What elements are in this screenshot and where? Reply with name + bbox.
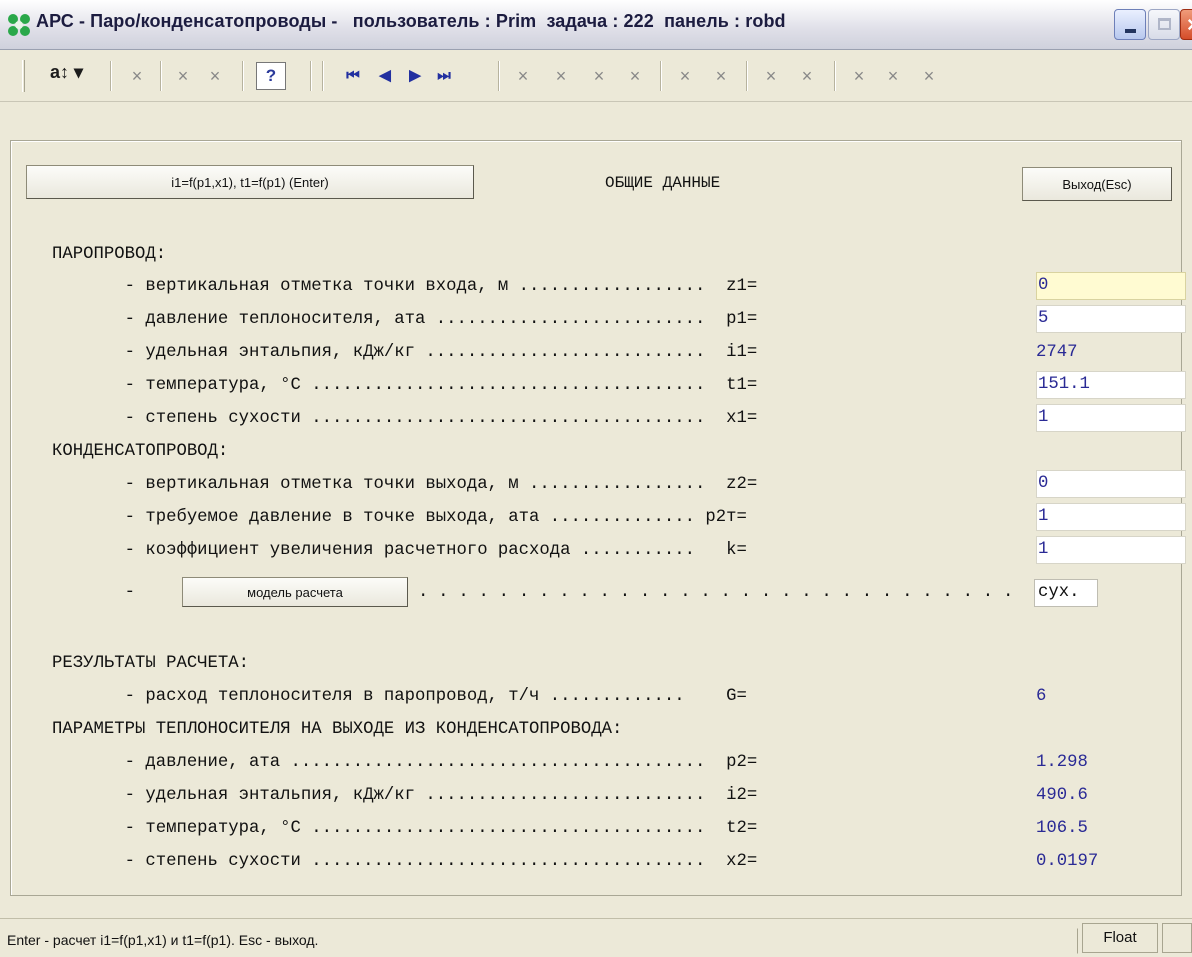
model-dots: ..............................	[418, 583, 1024, 602]
toolbar-separator	[310, 61, 312, 91]
minimize-button[interactable]	[1114, 9, 1146, 40]
disabled-button-8[interactable]: ×	[674, 63, 696, 89]
disabled-button-5[interactable]: ×	[550, 63, 572, 89]
disabled-button-7[interactable]: ×	[624, 63, 646, 89]
model-dash: -	[52, 583, 135, 602]
section-outlet-params: ПАРАМЕТРЫ ТЕПЛОНОСИТЕЛЯ НА ВЫХОДЕ ИЗ КОН…	[52, 720, 623, 739]
disabled-button-3[interactable]: ×	[204, 63, 226, 89]
minimize-icon	[1125, 29, 1136, 33]
label-t2: - температура, °С ......................…	[52, 819, 758, 838]
z1-input[interactable]: 0	[1036, 272, 1186, 300]
title-bar[interactable]: АРС - Паро/конденсатопроводы - пользоват…	[0, 0, 1192, 50]
disabled-button-12[interactable]: ×	[848, 63, 870, 89]
disabled-button-14[interactable]: ×	[918, 63, 940, 89]
page-title: ОБЩИЕ ДАННЫЕ	[605, 174, 721, 192]
window-title: АРС - Паро/конденсатопроводы - пользоват…	[36, 11, 786, 31]
first-record-icon[interactable]: ⏮	[342, 63, 364, 89]
G-value: 6	[1036, 687, 1047, 706]
x1-input[interactable]: 1	[1036, 404, 1186, 432]
disabled-button-10[interactable]: ×	[760, 63, 782, 89]
p2t-input[interactable]: 1	[1036, 503, 1186, 531]
section-condensate-pipe: КОНДЕНСАТОПРОВОД:	[52, 442, 229, 461]
disabled-button-1[interactable]: ×	[126, 63, 148, 89]
status-message: Enter - расчет i1=f(p1,x1) и t1=f(p1). E…	[4, 928, 1078, 954]
t2-value: 106.5	[1036, 819, 1088, 838]
toolbar-grip[interactable]	[22, 60, 25, 92]
disabled-button-11[interactable]: ×	[796, 63, 818, 89]
status-mode: Float	[1082, 923, 1158, 953]
sort-dropdown[interactable]: a↕ ▾	[50, 62, 83, 83]
label-z2: - вертикальная отметка точки выхода, м .…	[52, 475, 758, 494]
label-k: - коэффициент увеличения расчетного расх…	[52, 541, 747, 560]
resize-grip[interactable]	[1162, 923, 1192, 953]
toolbar: a↕ ▾ × × × ? ⏮ ◀ ▶ ⏭ × × × × × × × × × ×…	[0, 50, 1192, 102]
close-icon: ×	[1187, 12, 1192, 38]
prev-record-icon[interactable]: ◀	[374, 63, 396, 89]
app-icon	[8, 14, 30, 36]
toolbar-separator	[834, 61, 836, 91]
label-z1: - вертикальная отметка точки входа, м ..…	[52, 277, 758, 296]
disabled-button-2[interactable]: ×	[172, 63, 194, 89]
section-results: РЕЗУЛЬТАТЫ РАСЧЕТА:	[52, 654, 250, 673]
x2-value: 0.0197	[1036, 852, 1099, 871]
toolbar-separator	[160, 61, 162, 91]
label-p2t: - требуемое давление в точке выхода, ата…	[52, 508, 747, 527]
section-steam-pipe: ПАРОПРОВОД:	[52, 245, 167, 264]
last-record-icon[interactable]: ⏭	[432, 63, 456, 89]
i1-value: 2747	[1036, 343, 1078, 362]
next-record-icon[interactable]: ▶	[404, 63, 426, 89]
exit-button[interactable]: Выход(Esc)	[1022, 167, 1172, 201]
label-G: - расход теплоносителя в паропровод, т/ч…	[52, 687, 747, 706]
model-value: сух.	[1034, 579, 1098, 607]
calculate-button[interactable]: i1=f(p1,x1), t1=f(p1) (Enter)	[26, 165, 474, 199]
disabled-button-4[interactable]: ×	[512, 63, 534, 89]
t1-input[interactable]: 151.1	[1036, 371, 1186, 399]
disabled-button-6[interactable]: ×	[588, 63, 610, 89]
toolbar-separator	[746, 61, 748, 91]
z2-input[interactable]: 0	[1036, 470, 1186, 498]
toolbar-separator	[498, 61, 500, 91]
label-x2: - степень сухости ......................…	[52, 852, 758, 871]
label-x1: - степень сухости ......................…	[52, 409, 758, 428]
toolbar-separator	[322, 61, 324, 91]
label-i2: - удельная энтальпия, кДж/кг ...........…	[52, 786, 758, 805]
calculation-model-button[interactable]: модель расчета	[182, 577, 408, 607]
maximize-icon	[1158, 18, 1171, 30]
label-p2: - давление, ата ........................…	[52, 753, 758, 772]
toolbar-separator	[110, 61, 112, 91]
label-t1: - температура, °С ......................…	[52, 376, 758, 395]
maximize-button[interactable]	[1148, 9, 1180, 40]
label-i1: - удельная энтальпия, кДж/кг ...........…	[52, 343, 758, 362]
i2-value: 490.6	[1036, 786, 1088, 805]
help-button[interactable]: ?	[256, 62, 286, 90]
p1-input[interactable]: 5	[1036, 305, 1186, 333]
toolbar-separator	[660, 61, 662, 91]
label-p1: - давление теплоносителя, ата ..........…	[52, 310, 758, 329]
p2-value: 1.298	[1036, 753, 1088, 772]
toolbar-separator	[242, 61, 244, 91]
disabled-button-13[interactable]: ×	[882, 63, 904, 89]
close-button[interactable]: ×	[1180, 9, 1192, 40]
k-input[interactable]: 1	[1036, 536, 1186, 564]
disabled-button-9[interactable]: ×	[710, 63, 732, 89]
